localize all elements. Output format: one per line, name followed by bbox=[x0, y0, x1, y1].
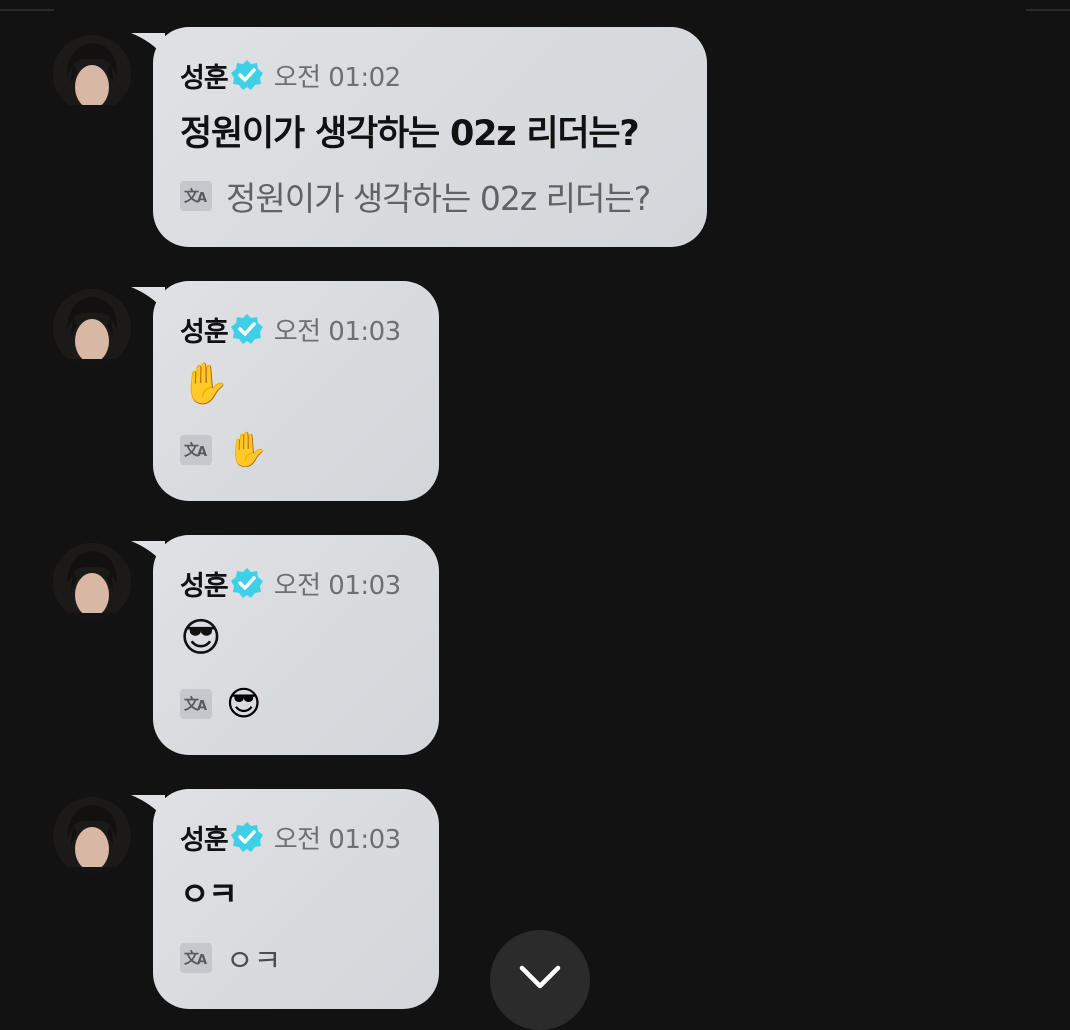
sender-name: 성훈 bbox=[180, 316, 229, 348]
verified-badge-icon bbox=[230, 60, 263, 90]
translate-icon[interactable]: 文A bbox=[180, 181, 212, 211]
verified-badge-icon bbox=[230, 822, 263, 852]
message-text: ㅇㅋ bbox=[180, 867, 238, 917]
message-time: 오전 01:03 bbox=[273, 824, 402, 855]
top-divider-right bbox=[1026, 9, 1070, 11]
sender-name: 성훈 bbox=[180, 62, 229, 94]
message-header: 성훈 오전 01:03 bbox=[180, 309, 401, 349]
translate-icon[interactable]: 文A bbox=[180, 689, 212, 719]
verified-badge-icon bbox=[230, 568, 263, 598]
translate-icon[interactable]: 文A bbox=[180, 943, 212, 973]
message-header: 성훈 오전 01:03 bbox=[180, 817, 401, 857]
top-divider-left bbox=[0, 9, 54, 11]
message-bubble[interactable]: 성훈 오전 01:03 ✋ 文A ✋ bbox=[153, 281, 439, 501]
message-text-content: ㅇㅋ bbox=[180, 875, 238, 913]
translated-text: 정원이가 생각하는 02z 리더는? bbox=[226, 179, 651, 218]
translation-row: 文A ㅇㅋ bbox=[180, 936, 281, 980]
translation-row: 文A 😎 bbox=[180, 682, 261, 726]
message-bubble[interactable]: 성훈 오전 01:03 ㅇㅋ 文A ㅇㅋ bbox=[153, 789, 439, 1009]
translation-row: 文A ✋ bbox=[180, 428, 268, 472]
translate-icon[interactable]: 文A bbox=[180, 435, 212, 465]
message-time: 오전 01:02 bbox=[273, 62, 402, 93]
chevron-down-icon bbox=[519, 965, 561, 989]
avatar[interactable] bbox=[53, 35, 131, 113]
avatar[interactable] bbox=[53, 797, 131, 875]
translated-text: 😎 bbox=[226, 684, 262, 724]
raised-hand-emoji: ✋ bbox=[180, 361, 230, 407]
message-bubble[interactable]: 성훈 오전 01:02 정원이가 생각하는 02z 리더는? 文A 정원이가 생… bbox=[153, 27, 707, 247]
sender-name: 성훈 bbox=[180, 570, 229, 602]
message-bubble[interactable]: 성훈 오전 01:03 😎 文A 😎 bbox=[153, 535, 439, 755]
message-text: ✋ bbox=[180, 359, 230, 409]
message-time: 오전 01:03 bbox=[273, 316, 402, 347]
verified-badge-icon bbox=[230, 314, 263, 344]
translated-text: ✋ bbox=[226, 430, 269, 470]
avatar[interactable] bbox=[53, 543, 131, 621]
avatar[interactable] bbox=[53, 289, 131, 367]
sender-name: 성훈 bbox=[180, 824, 229, 856]
scroll-to-bottom-button[interactable] bbox=[490, 930, 590, 1030]
translation-row: 文A 정원이가 생각하는 02z 리더는? bbox=[180, 174, 651, 218]
message-header: 성훈 오전 01:03 bbox=[180, 563, 401, 603]
message-text: 😎 bbox=[180, 613, 222, 663]
message-text: 정원이가 생각하는 02z 리더는? bbox=[180, 113, 640, 154]
message-header: 성훈 오전 01:02 bbox=[180, 55, 401, 95]
translated-text: ㅇㅋ bbox=[226, 944, 282, 979]
message-time: 오전 01:03 bbox=[273, 570, 402, 601]
sunglasses-emoji: 😎 bbox=[180, 615, 222, 661]
